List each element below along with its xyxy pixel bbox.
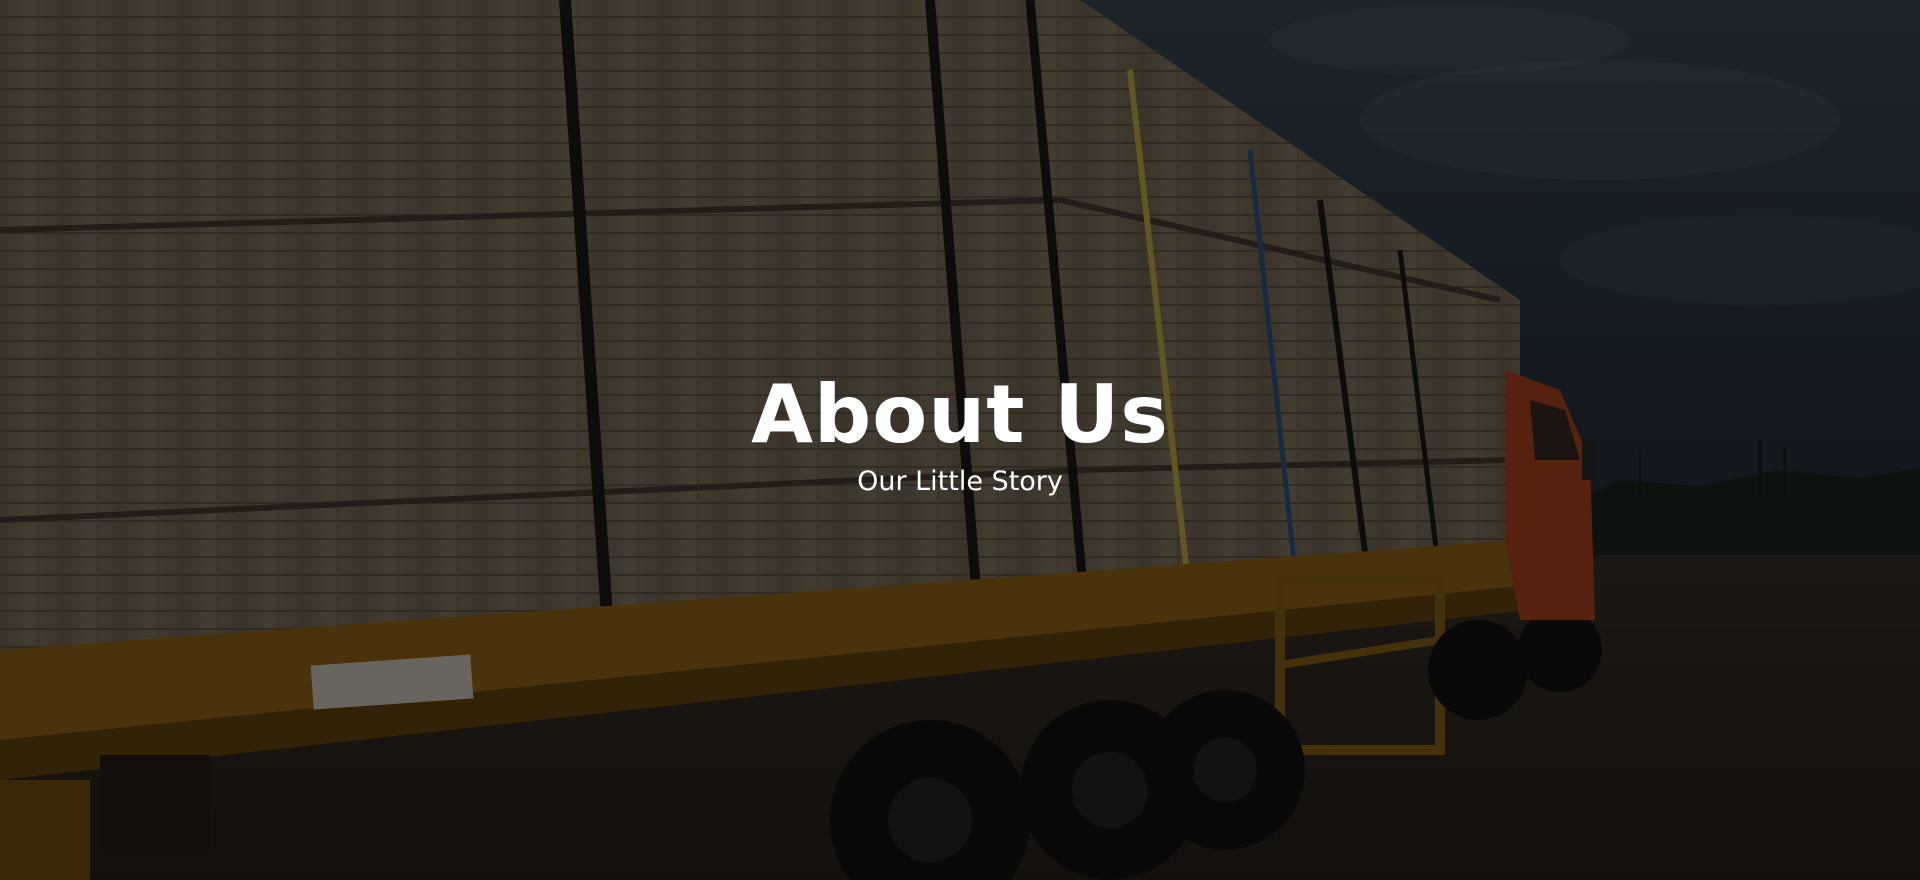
page-title: About Us (751, 368, 1169, 461)
hero-heading-block: About Us Our Little Story (0, 368, 1920, 500)
about-hero-section: About Us Our Little Story (0, 0, 1920, 880)
page-subtitle: Our Little Story (857, 466, 1063, 497)
